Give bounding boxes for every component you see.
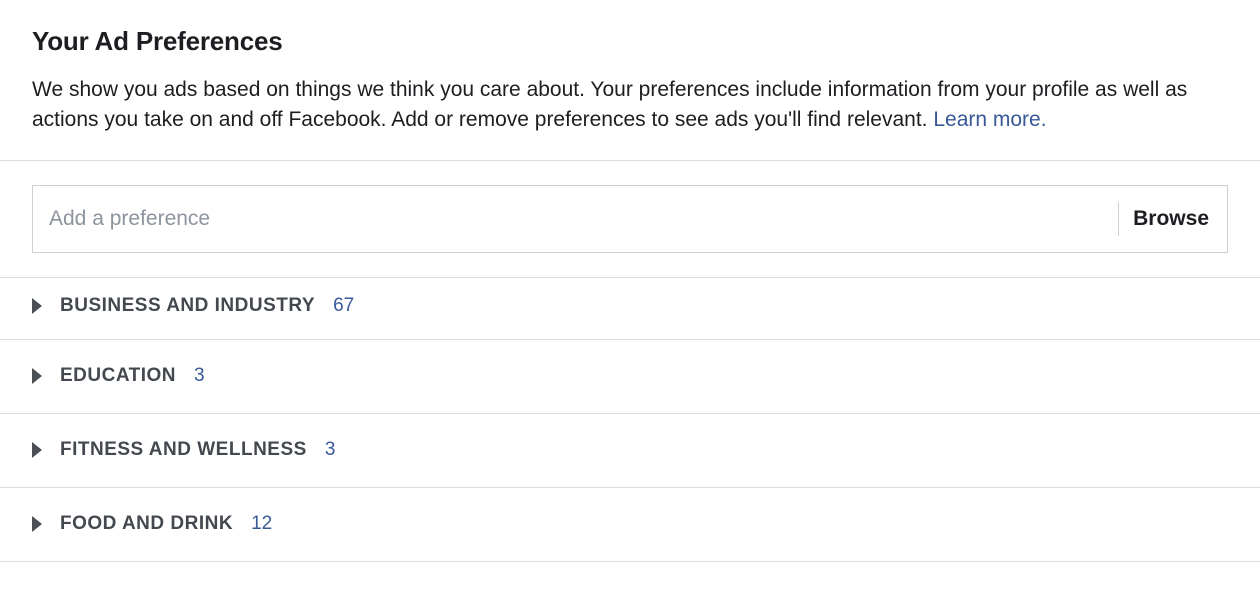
browse-button[interactable]: Browse: [1133, 207, 1227, 231]
add-preference-input[interactable]: [33, 186, 1118, 252]
category-label: EDUCATION: [60, 365, 176, 387]
category-count: 67: [333, 295, 354, 317]
header-section: Your Ad Preferences We show you ads base…: [0, 0, 1260, 160]
category-count: 3: [325, 439, 336, 461]
learn-more-link[interactable]: Learn more.: [933, 108, 1046, 131]
category-label: FITNESS AND WELLNESS: [60, 439, 307, 461]
search-box: Browse: [32, 185, 1228, 253]
category-count: 3: [194, 365, 205, 387]
chevron-right-icon: [32, 516, 42, 532]
category-row-food[interactable]: FOOD AND DRINK 12: [0, 488, 1260, 562]
chevron-right-icon: [32, 368, 42, 384]
page-title: Your Ad Preferences: [32, 26, 1228, 57]
chevron-right-icon: [32, 442, 42, 458]
category-row-education[interactable]: EDUCATION 3: [0, 340, 1260, 414]
category-label: FOOD AND DRINK: [60, 513, 233, 535]
search-section: Browse: [0, 161, 1260, 277]
chevron-right-icon: [32, 298, 42, 314]
vertical-divider: [1118, 202, 1119, 236]
category-list: BUSINESS AND INDUSTRY 67 EDUCATION 3 FIT…: [0, 277, 1260, 562]
category-row-fitness[interactable]: FITNESS AND WELLNESS 3: [0, 414, 1260, 488]
description-text: We show you ads based on things we think…: [32, 75, 1228, 136]
category-count: 12: [251, 513, 272, 535]
category-label: BUSINESS AND INDUSTRY: [60, 295, 315, 317]
ad-preferences-container: Your Ad Preferences We show you ads base…: [0, 0, 1260, 562]
category-row-business[interactable]: BUSINESS AND INDUSTRY 67: [0, 278, 1260, 340]
